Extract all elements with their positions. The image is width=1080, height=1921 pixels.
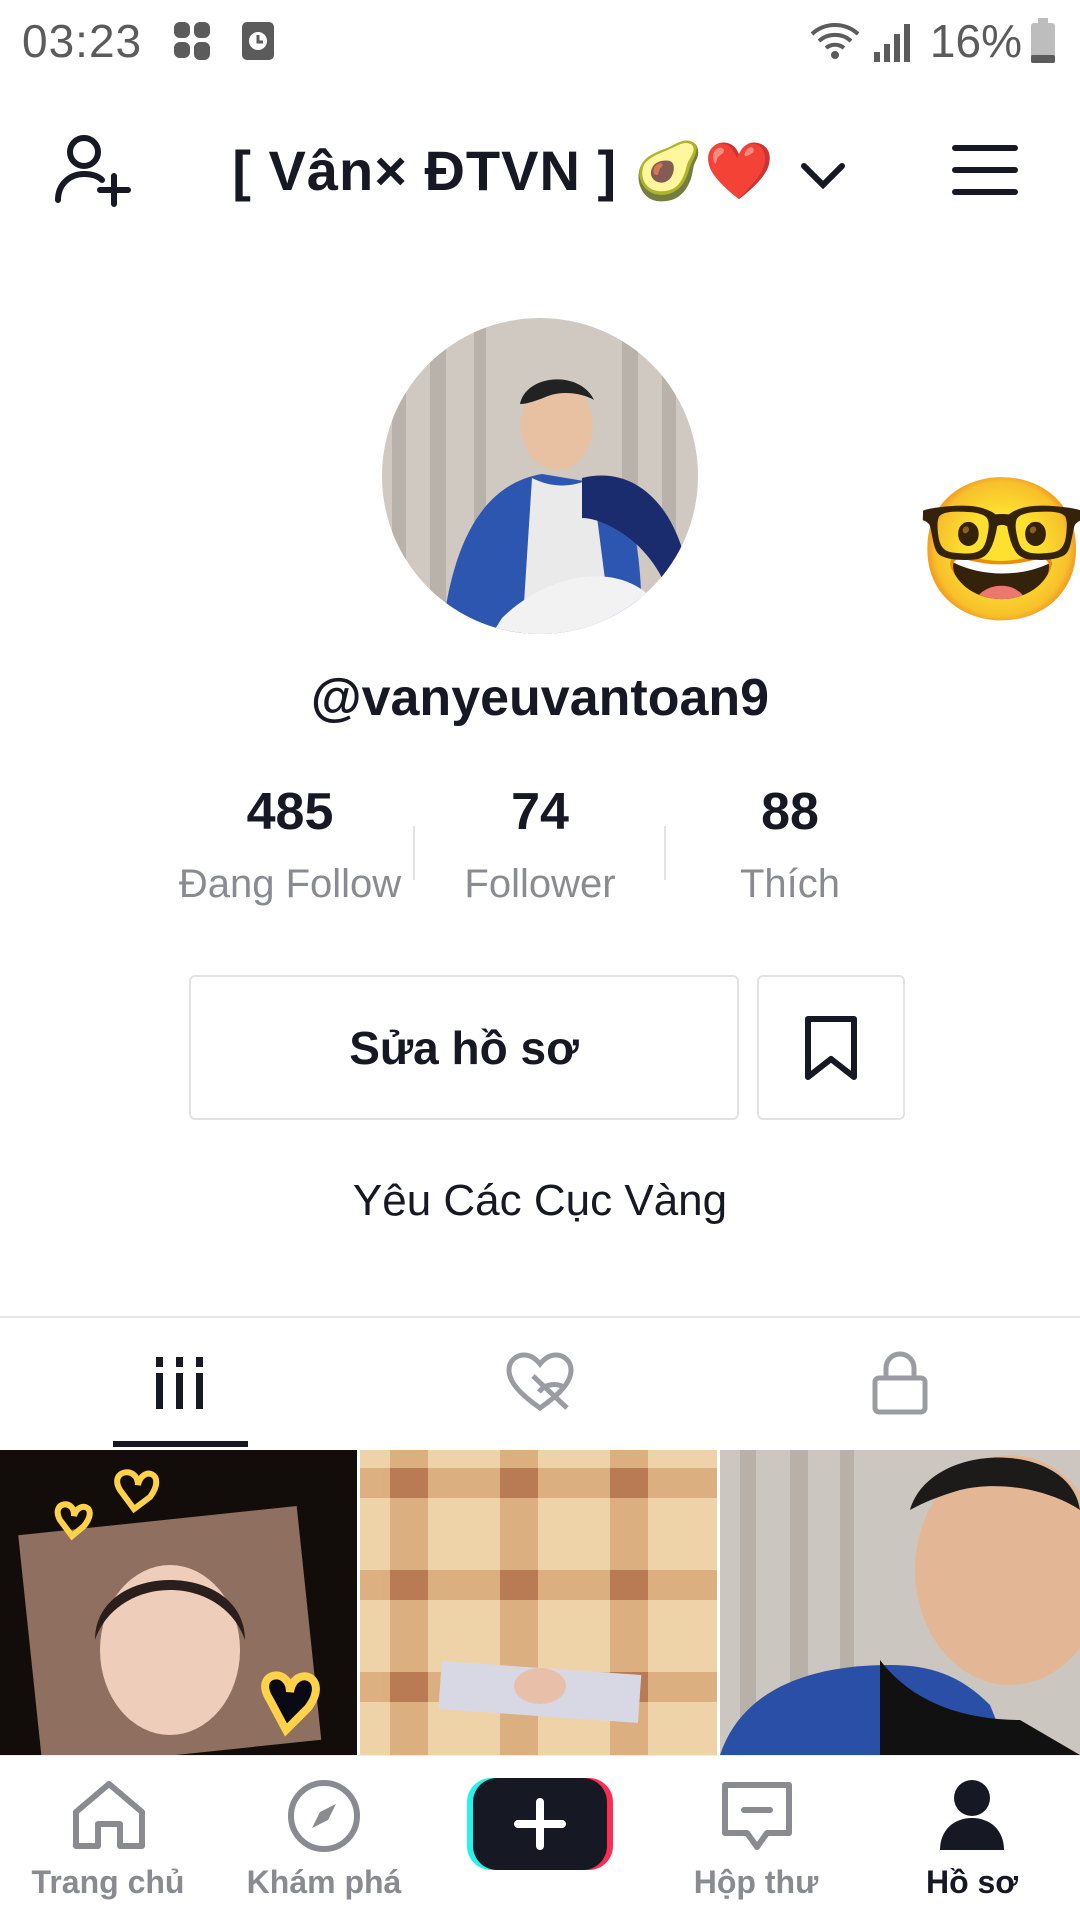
avatar[interactable] — [382, 318, 698, 634]
stat-followers[interactable]: 74 Follower — [415, 782, 665, 907]
app-icon — [174, 22, 210, 60]
account-name: [ Vân× ĐTVN ] 🥑❤️ — [232, 139, 776, 202]
nav-discover-label: Khám phá — [246, 1864, 402, 1900]
likes-label: Thích — [739, 862, 841, 906]
battery-icon — [1031, 18, 1055, 63]
favorites-button[interactable] — [757, 975, 905, 1120]
followers-count: 74 — [511, 783, 569, 841]
profile-icon — [940, 1780, 1004, 1850]
nav-discover[interactable]: Khám phá — [216, 1756, 432, 1921]
account-switcher[interactable]: [ Vân× ĐTVN ] 🥑❤️ — [0, 138, 1080, 204]
video-thumbnail-image — [0, 1450, 357, 1755]
nav-inbox-label: Hộp thư — [693, 1864, 819, 1900]
following-label: Đang Follow — [178, 862, 402, 906]
signal-icon — [874, 24, 910, 62]
bio-text: Yêu Các Cục Vàng — [352, 1176, 728, 1225]
following-count: 485 — [246, 783, 334, 841]
status-bar: 03:23 16% — [0, 0, 1080, 86]
inbox-icon — [722, 1782, 792, 1850]
edit-profile-button[interactable]: Sửa hồ sơ — [189, 975, 739, 1120]
clock-icon — [242, 22, 274, 60]
video-thumbnail-image — [720, 1450, 1080, 1755]
video-thumbnail[interactable] — [0, 1450, 357, 1755]
grid-icon — [156, 1357, 203, 1409]
battery-percent: 16% — [929, 15, 1022, 67]
likes-count: 88 — [761, 783, 819, 841]
stat-likes[interactable]: 88 Thích — [665, 782, 915, 907]
nav-create[interactable] — [432, 1756, 648, 1921]
tab-indicator — [113, 1441, 248, 1447]
avatar-photo — [382, 318, 698, 634]
tab-liked[interactable] — [360, 1318, 720, 1448]
video-thumbnail-image — [360, 1450, 717, 1755]
wifi-icon — [810, 23, 860, 59]
tab-private[interactable] — [720, 1318, 1080, 1448]
nav-inbox[interactable]: Hộp thư — [648, 1756, 864, 1921]
bottom-navigation: Trang chủ Khám phá Hộp thư Hồ sơ — [0, 1755, 1080, 1921]
profile-header: [ Vân× ĐTVN ] 🥑❤️ — [0, 100, 1080, 240]
lock-icon — [872, 1351, 928, 1415]
home-icon — [73, 1781, 145, 1849]
followers-label: Follower — [464, 862, 616, 906]
tab-videos[interactable] — [0, 1318, 360, 1448]
liked-hidden-icon — [506, 1352, 574, 1412]
plus-icon — [467, 1778, 613, 1870]
compass-icon — [288, 1780, 360, 1852]
status-time: 03:23 — [22, 15, 143, 67]
menu-icon[interactable] — [952, 144, 1018, 196]
username-handle: @vanyeuvantoan9 — [310, 669, 770, 727]
nav-home-label: Trang chủ — [31, 1864, 185, 1900]
chevron-down-icon — [800, 163, 845, 190]
video-thumbnail[interactable] — [360, 1450, 717, 1755]
nerd-face-sticker: 🤓 — [915, 471, 1080, 628]
nav-profile[interactable]: Hồ sơ — [864, 1756, 1080, 1921]
bookmark-icon — [805, 1015, 857, 1080]
nav-profile-label: Hồ sơ — [925, 1864, 1019, 1900]
stat-following[interactable]: 485 Đang Follow — [165, 782, 415, 907]
video-thumbnail[interactable] — [720, 1450, 1080, 1755]
nav-home[interactable]: Trang chủ — [0, 1756, 216, 1921]
